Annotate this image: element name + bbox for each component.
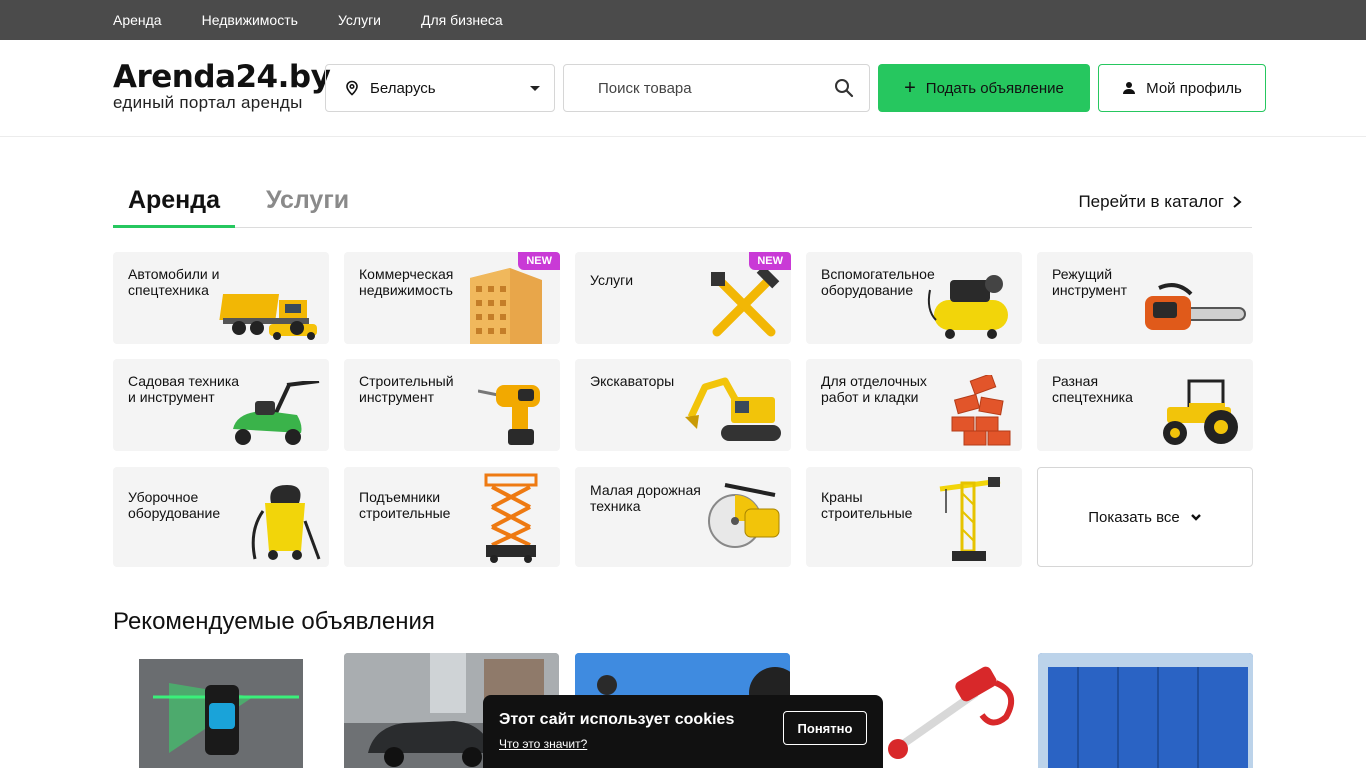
user-icon xyxy=(1123,82,1136,94)
category-label: Для отделочных работ и кладки xyxy=(821,373,927,405)
topnav-realty[interactable]: Недвижимость xyxy=(202,12,298,28)
cookie-accept-button[interactable]: Понятно xyxy=(783,711,867,745)
category-card-special-machinery[interactable]: Разная спецтехника xyxy=(1037,359,1253,451)
region-select[interactable]: Беларусь xyxy=(325,64,555,112)
show-all-button[interactable]: Показать все xyxy=(1037,467,1253,567)
road-saw-icon xyxy=(708,483,780,548)
category-label: Подъемники строительные xyxy=(359,489,451,521)
drill-icon xyxy=(478,385,540,445)
catalog-link-label: Перейти в каталог xyxy=(1078,192,1224,211)
category-label: Разная спецтехника xyxy=(1052,373,1133,405)
tab-services[interactable]: Услуги xyxy=(266,186,349,228)
plus-icon: + xyxy=(904,77,916,99)
category-tabs: Аренда Услуги Перейти в каталог xyxy=(113,178,1252,228)
show-all-label: Показать все xyxy=(1088,508,1180,526)
catalog-link[interactable]: Перейти в каталог xyxy=(1078,192,1242,212)
post-ad-button[interactable]: + Подать объявление xyxy=(878,64,1090,112)
tractor-icon xyxy=(1163,379,1238,445)
tools-icon xyxy=(711,270,780,337)
category-label: Вспомогательное оборудование xyxy=(821,266,935,298)
post-ad-label: Подать объявление xyxy=(925,79,1064,97)
chevron-down-icon xyxy=(530,85,540,91)
region-label: Беларусь xyxy=(370,79,436,97)
chevron-down-icon xyxy=(1190,514,1201,521)
excavator-icon xyxy=(685,377,781,441)
category-card-cranes[interactable]: Краны строительные xyxy=(806,467,1022,567)
lawn-mower-icon xyxy=(233,381,320,445)
listing-laser-level[interactable] xyxy=(113,653,328,768)
scissor-lift-icon xyxy=(484,473,538,563)
topnav-rent[interactable]: Аренда xyxy=(113,12,162,28)
category-card-finishing[interactable]: Для отделочных работ и кладки xyxy=(806,359,1022,451)
recommended-title: Рекомендуемые объявления xyxy=(113,608,435,635)
category-card-garden[interactable]: Садовая техника и инструмент xyxy=(113,359,329,451)
search-box xyxy=(563,64,870,112)
header: Arenda24.by единый портал аренды Беларус… xyxy=(0,40,1366,137)
cookie-info-link[interactable]: Что это значит? xyxy=(499,737,587,751)
category-label: Краны строительные xyxy=(821,489,913,521)
logo-name: Arenda24.by xyxy=(113,59,331,95)
container-photo xyxy=(1038,653,1253,768)
category-card-commercial[interactable]: Коммерческая недвижимость NEW xyxy=(344,252,560,344)
laser-level-image xyxy=(139,659,303,768)
bricks-icon xyxy=(951,375,1011,446)
category-label: Уборочное оборудование xyxy=(128,489,221,521)
topnav-business[interactable]: Для бизнеса xyxy=(421,12,503,28)
category-card-road[interactable]: Малая дорожная техника xyxy=(575,467,791,567)
search-button[interactable] xyxy=(819,65,869,111)
location-pin-icon xyxy=(346,80,358,96)
profile-label: Мой профиль xyxy=(1146,79,1242,97)
category-label: Малая дорожная техника xyxy=(590,482,701,514)
listing-container[interactable] xyxy=(1038,653,1253,768)
category-card-construction-tools[interactable]: Строительный инструмент xyxy=(344,359,560,451)
tab-rent[interactable]: Аренда xyxy=(113,186,235,228)
cookie-banner: Этот сайт использует cookies Что это зна… xyxy=(483,695,883,768)
category-card-auxiliary[interactable]: Вспомогательное оборудование xyxy=(806,252,1022,344)
category-card-vehicles[interactable]: Автомобили и спецтехника xyxy=(113,252,329,344)
building-icon xyxy=(470,268,542,344)
category-card-services[interactable]: Услуги NEW xyxy=(575,252,791,344)
dump-truck-icon xyxy=(219,294,317,340)
category-card-lifts[interactable]: Подъемники строительные xyxy=(344,467,560,567)
category-label: Услуги xyxy=(590,272,634,288)
vacuum-icon xyxy=(251,485,321,560)
crane-icon xyxy=(939,477,1001,561)
category-card-excavators[interactable]: Экскаваторы xyxy=(575,359,791,451)
logo[interactable]: Arenda24.by единый портал аренды xyxy=(113,59,331,112)
chevron-right-icon xyxy=(1233,196,1242,208)
category-label: Коммерческая недвижимость xyxy=(359,266,454,298)
chainsaw-icon xyxy=(1145,283,1246,330)
logo-tagline: единый портал аренды xyxy=(113,93,303,112)
category-card-cutting[interactable]: Режущий инструмент xyxy=(1037,252,1253,344)
category-card-cleaning[interactable]: Уборочное оборудование xyxy=(113,467,329,567)
profile-button[interactable]: Мой профиль xyxy=(1098,64,1266,112)
topnav-services[interactable]: Услуги xyxy=(338,12,381,28)
category-label: Строительный инструмент xyxy=(359,373,454,405)
top-nav: Аренда Недвижимость Услуги Для бизнеса xyxy=(0,0,1366,40)
compressor-icon xyxy=(927,275,1008,339)
new-badge: NEW xyxy=(749,252,791,270)
search-input[interactable] xyxy=(564,65,819,111)
search-icon xyxy=(835,79,854,98)
